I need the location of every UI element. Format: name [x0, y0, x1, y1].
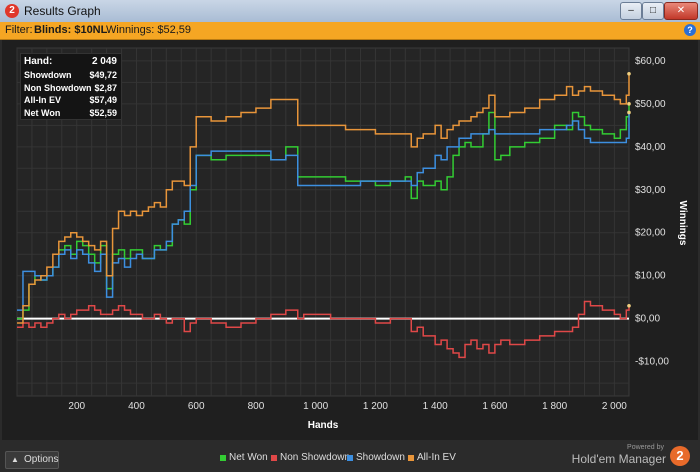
y-tick-label: $20,00: [635, 228, 666, 239]
stat-label: All-In EV: [24, 95, 62, 105]
stat-showdown-row: Showdown $49,72: [21, 69, 121, 82]
x-tick-label: 200: [68, 401, 85, 412]
legend-swatch: [271, 455, 277, 461]
x-tick-label: 800: [248, 401, 265, 412]
series-end-point: [627, 110, 631, 115]
legend-swatch: [408, 455, 414, 461]
x-tick-label: 400: [128, 401, 145, 412]
stat-net-won-row: Net Won $52,59: [21, 107, 121, 120]
x-tick-label: 600: [188, 401, 205, 412]
x-tick-label: 1 400: [423, 401, 448, 412]
series-end-point: [627, 102, 631, 106]
stat-value: $49,72: [89, 70, 117, 80]
stats-box: Hand: 2 049 Showdown $49,72 Non Showdown $2…: [20, 53, 122, 120]
stat-non-showdown-row: Non Showdown $2,87: [21, 82, 121, 95]
x-tick-label: 1 800: [542, 401, 567, 412]
y-tick-label: $50,00: [635, 99, 666, 110]
x-tick-label: 2 000: [602, 401, 627, 412]
x-tick-label: 1 200: [363, 401, 388, 412]
y-tick-label: $60,00: [635, 56, 666, 67]
stat-value: $52,59: [89, 107, 117, 118]
y-axis-title: Winnings: [677, 201, 688, 246]
options-label: Options: [24, 454, 59, 465]
x-tick-label: 1 000: [303, 401, 328, 412]
stat-label: Non Showdown: [24, 82, 92, 93]
legend-swatch: [347, 455, 353, 461]
y-tick-label: $40,00: [635, 142, 666, 153]
brand-name: Hold'em Manager: [571, 452, 666, 466]
x-tick-label: 1 600: [482, 401, 507, 412]
y-tick-label: -$10,00: [635, 357, 669, 368]
stat-value: $2,87: [94, 82, 117, 93]
brand-logo-icon: 2: [670, 446, 690, 466]
y-tick-label: $30,00: [635, 185, 666, 196]
stat-label: Showdown: [24, 70, 72, 80]
bottom-bar: ▲ Options Net Won Non Showdown Showdown …: [0, 440, 700, 472]
brand-powered-text: Powered by: [627, 444, 664, 451]
x-axis-title: Hands: [308, 420, 339, 431]
options-button[interactable]: ▲ Options: [5, 451, 59, 469]
stat-label: Net Won: [24, 107, 61, 118]
legend-label: Non Showdown: [280, 452, 351, 463]
stat-value: 2 049: [91, 56, 117, 67]
legend-label: All-In EV: [417, 452, 456, 463]
stat-allin-ev-row: All-In EV $57,49: [21, 94, 121, 107]
stat-hands-row: Hand: 2 049: [21, 54, 121, 69]
legend-swatch: [220, 455, 226, 461]
series-end-point: [627, 303, 631, 308]
series-end-point: [627, 71, 631, 76]
y-tick-label: $0,00: [635, 314, 660, 325]
y-tick-label: $10,00: [635, 271, 666, 282]
stat-label: Hand:: [24, 56, 53, 67]
stat-value: $57,49: [89, 95, 117, 105]
legend-label: Showdown: [356, 452, 405, 463]
legend-label: Net Won: [229, 452, 268, 463]
caret-up-icon: ▲: [11, 455, 19, 464]
